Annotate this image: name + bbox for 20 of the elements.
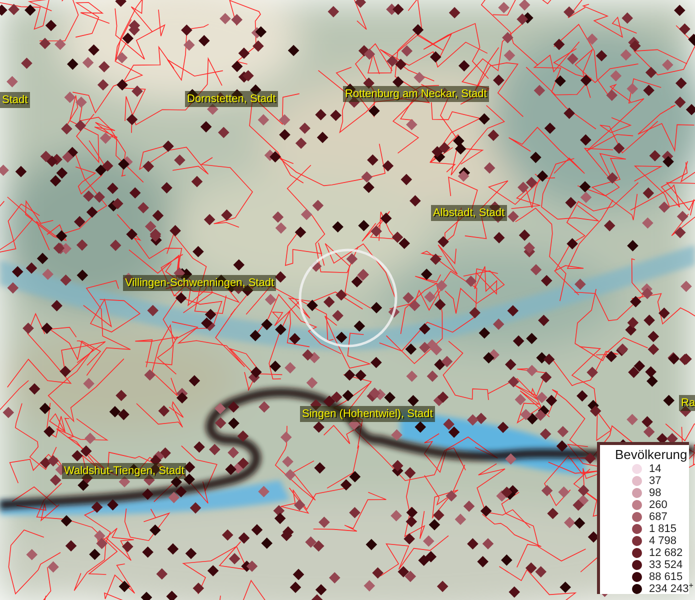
place-label: Villingen-Schwenningen, Stadt <box>123 275 276 291</box>
legend-value: 37 <box>649 475 662 487</box>
place-label: Rottenburg am Neckar, Stadt <box>343 86 489 102</box>
legend-value: 687 <box>649 511 668 523</box>
legend-value: 33 524 <box>649 559 683 571</box>
legend-value: 260 <box>649 499 668 511</box>
legend-value: 14 <box>649 463 662 475</box>
place-label: Singen (Hohentwiel), Stadt <box>300 406 435 422</box>
place-label: Dornstetten, Stadt <box>185 91 278 107</box>
legend-value: 234 243$^{+}$ <box>649 583 694 595</box>
place-label: Ra <box>679 395 695 411</box>
place-label: Stadt <box>0 92 30 108</box>
legend-value: 1 815 <box>649 523 677 535</box>
legend-value: 98 <box>649 487 662 499</box>
legend-value: 88 615 <box>649 571 683 583</box>
place-label: Waldshut-Tiengen, Stadt <box>62 463 186 479</box>
legend-value: 12 682 <box>649 547 683 559</box>
legend-title: Bevölkerung <box>615 447 688 462</box>
legend-value: 4 798 <box>649 535 677 547</box>
place-label: Albstadt, Stadt <box>431 205 507 221</box>
